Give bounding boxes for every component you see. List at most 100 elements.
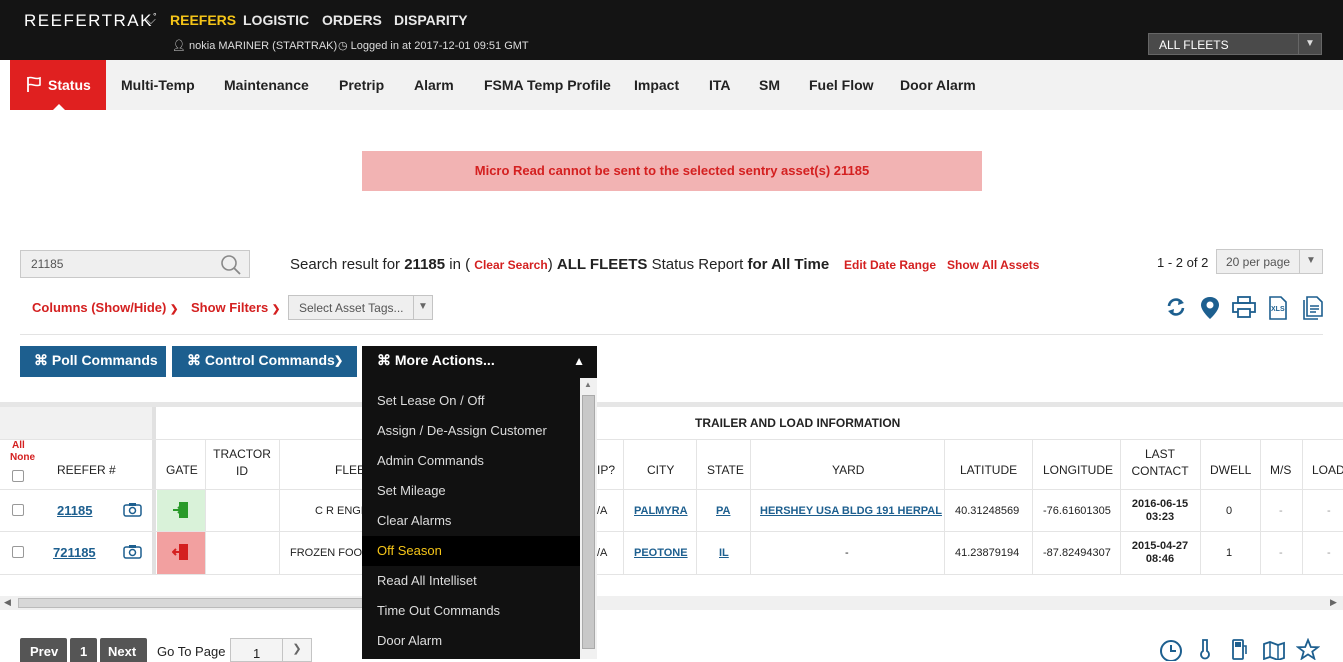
col-divider xyxy=(623,439,624,574)
tab-fuel-flow[interactable]: Fuel Flow xyxy=(809,77,874,93)
per-page-select[interactable]: 20 per page ▼ xyxy=(1216,249,1323,274)
fleet-select[interactable]: ALL FLEETS ▼ xyxy=(1148,33,1322,55)
menu-item-off-season[interactable]: Off Season xyxy=(362,536,580,566)
tab-fsma-temp-profile[interactable]: FSMA Temp Profile xyxy=(484,77,611,93)
select-none-link[interactable]: None xyxy=(10,452,35,464)
show-all-assets-link[interactable]: Show All Assets xyxy=(947,258,1039,272)
header-trip[interactable]: IP? xyxy=(597,463,615,477)
nav-logistic[interactable]: LOGISTIC xyxy=(243,12,309,28)
brand-logo[interactable]: REEFERTRAK° xyxy=(24,11,158,31)
next-page-button[interactable]: Next xyxy=(100,638,147,662)
header-reefer[interactable]: REEFER # xyxy=(57,463,116,477)
menu-item-door-alarm[interactable]: Door Alarm xyxy=(362,626,580,656)
header-ms[interactable]: M/S xyxy=(1270,463,1291,477)
show-filters-toggle[interactable]: Show Filters ❯ xyxy=(191,300,280,315)
login-time: Logged in at 2017-12-01 09:51 GMT xyxy=(350,40,529,52)
scroll-up-icon[interactable]: ▲ xyxy=(584,380,592,389)
header-gate[interactable]: GATE xyxy=(166,463,198,477)
nav-disparity[interactable]: DISPARITY xyxy=(394,12,468,28)
chevron-down-icon[interactable]: ❯ xyxy=(282,639,311,661)
tab-status[interactable]: Status xyxy=(10,60,106,111)
gate-status-out xyxy=(157,532,205,574)
tab-door-alarm[interactable]: Door Alarm xyxy=(900,77,976,93)
state-link[interactable]: IL xyxy=(719,547,729,559)
menu-item-time-out-commands[interactable]: Time Out Commands xyxy=(362,596,580,626)
asset-tags-select[interactable]: Select Asset Tags... ▼ xyxy=(288,295,433,320)
reefer-link[interactable]: 21185 xyxy=(57,503,92,518)
last-contact-date: 2016-06-15 xyxy=(1131,498,1189,510)
pdf-export-icon[interactable] xyxy=(1302,296,1324,320)
clock-icon[interactable] xyxy=(1159,639,1183,661)
refresh-icon[interactable] xyxy=(1165,296,1187,318)
header-dwell[interactable]: DWELL xyxy=(1210,463,1251,477)
edit-date-range-link[interactable]: Edit Date Range xyxy=(844,258,936,272)
control-commands-button[interactable]: ⌘ Control Commands ❯ xyxy=(172,346,357,377)
menu-item-read-all-intelliset[interactable]: Read All Intelliset xyxy=(362,566,580,596)
header-load[interactable]: LOAD xyxy=(1312,463,1343,477)
go-to-page-label: Go To Page xyxy=(157,644,226,659)
scroll-right-icon[interactable]: ▶ xyxy=(1330,597,1337,608)
map-pin-icon[interactable] xyxy=(1199,296,1221,320)
select-all-link[interactable]: All xyxy=(10,440,35,452)
state-link[interactable]: PA xyxy=(716,505,730,517)
clear-search-link[interactable]: Clear Search xyxy=(474,258,547,272)
row-checkbox[interactable] xyxy=(12,504,24,516)
dwell-cell: 0 xyxy=(1226,505,1233,517)
chevron-down-icon[interactable]: ▼ xyxy=(1298,34,1321,54)
fuel-icon[interactable] xyxy=(1230,638,1250,660)
nav-reefers[interactable]: REEFERS xyxy=(170,12,236,28)
tab-sm[interactable]: SM xyxy=(759,77,780,93)
header-latitude[interactable]: LATITUDE xyxy=(960,463,1017,477)
menu-scrollbar-thumb[interactable] xyxy=(582,395,595,649)
xls-export-icon[interactable]: XLS xyxy=(1268,296,1288,320)
city-link[interactable]: PEOTONE xyxy=(634,547,688,559)
tab-impact[interactable]: Impact xyxy=(634,77,679,93)
camera-icon[interactable] xyxy=(123,544,142,559)
reefer-link[interactable]: 721185 xyxy=(53,545,96,560)
tab-ita[interactable]: ITA xyxy=(709,77,731,93)
nav-orders[interactable]: ORDERS xyxy=(322,12,382,28)
chevron-down-icon[interactable]: ▼ xyxy=(1299,250,1322,273)
menu-item-admin-commands[interactable]: Admin Commands xyxy=(362,446,580,476)
select-all-checkbox[interactable] xyxy=(12,470,24,482)
col-divider xyxy=(696,439,697,574)
search-icon[interactable] xyxy=(219,253,243,277)
header-city[interactable]: CITY xyxy=(647,463,674,477)
page-number-button[interactable]: 1 xyxy=(70,638,97,662)
print-icon[interactable] xyxy=(1232,296,1256,318)
header-last-contact[interactable]: LAST CONTACT xyxy=(1126,446,1194,480)
yard-link[interactable]: HERSHEY USA BLDG 191 HERPAL xyxy=(760,505,942,517)
row-checkbox[interactable] xyxy=(12,546,24,558)
map-icon[interactable] xyxy=(1262,638,1286,660)
header-longitude[interactable]: LONGITUDE xyxy=(1043,463,1113,477)
thermometer-icon[interactable] xyxy=(1198,638,1212,660)
search-input[interactable]: 21185 xyxy=(20,250,250,278)
more-actions-button[interactable]: ⌘ More Actions... ▲ xyxy=(362,346,597,377)
columns-toggle[interactable]: Columns (Show/Hide) ❯ xyxy=(32,300,178,315)
ms-cell: - xyxy=(1279,505,1283,517)
chevron-down-icon[interactable]: ▼ xyxy=(413,296,432,319)
header-yard[interactable]: YARD xyxy=(832,463,864,477)
tab-pretrip[interactable]: Pretrip xyxy=(339,77,384,93)
tab-alarm[interactable]: Alarm xyxy=(414,77,454,93)
star-icon[interactable] xyxy=(1296,638,1320,660)
camera-icon[interactable] xyxy=(123,502,142,517)
scroll-left-icon[interactable]: ◀ xyxy=(4,597,11,608)
tab-maintenance[interactable]: Maintenance xyxy=(224,77,309,93)
scrollbar-thumb[interactable] xyxy=(18,598,378,608)
menu-item-clear-alarms[interactable]: Clear Alarms xyxy=(362,506,580,536)
city-link[interactable]: PALMYRA xyxy=(634,505,688,517)
menu-item-set-lease[interactable]: Set Lease On / Off xyxy=(362,386,580,416)
menu-item-assign-customer[interactable]: Assign / De-Assign Customer xyxy=(362,416,580,446)
go-to-page-select[interactable]: 1 ❯ xyxy=(230,638,312,662)
menu-item-set-mileage[interactable]: Set Mileage xyxy=(362,476,580,506)
chevron-down-icon[interactable]: ⌵ xyxy=(146,12,156,28)
prev-page-button[interactable]: Prev xyxy=(20,638,67,662)
door-exit-icon xyxy=(172,544,188,560)
dwell-cell: 1 xyxy=(1226,547,1233,559)
row-divider xyxy=(0,439,1343,440)
header-state[interactable]: STATE xyxy=(707,463,744,477)
header-tractor-id[interactable]: TRACTOR ID xyxy=(212,446,272,480)
poll-commands-button[interactable]: ⌘ Poll Commands xyxy=(20,346,166,377)
tab-multi-temp[interactable]: Multi-Temp xyxy=(121,77,195,93)
